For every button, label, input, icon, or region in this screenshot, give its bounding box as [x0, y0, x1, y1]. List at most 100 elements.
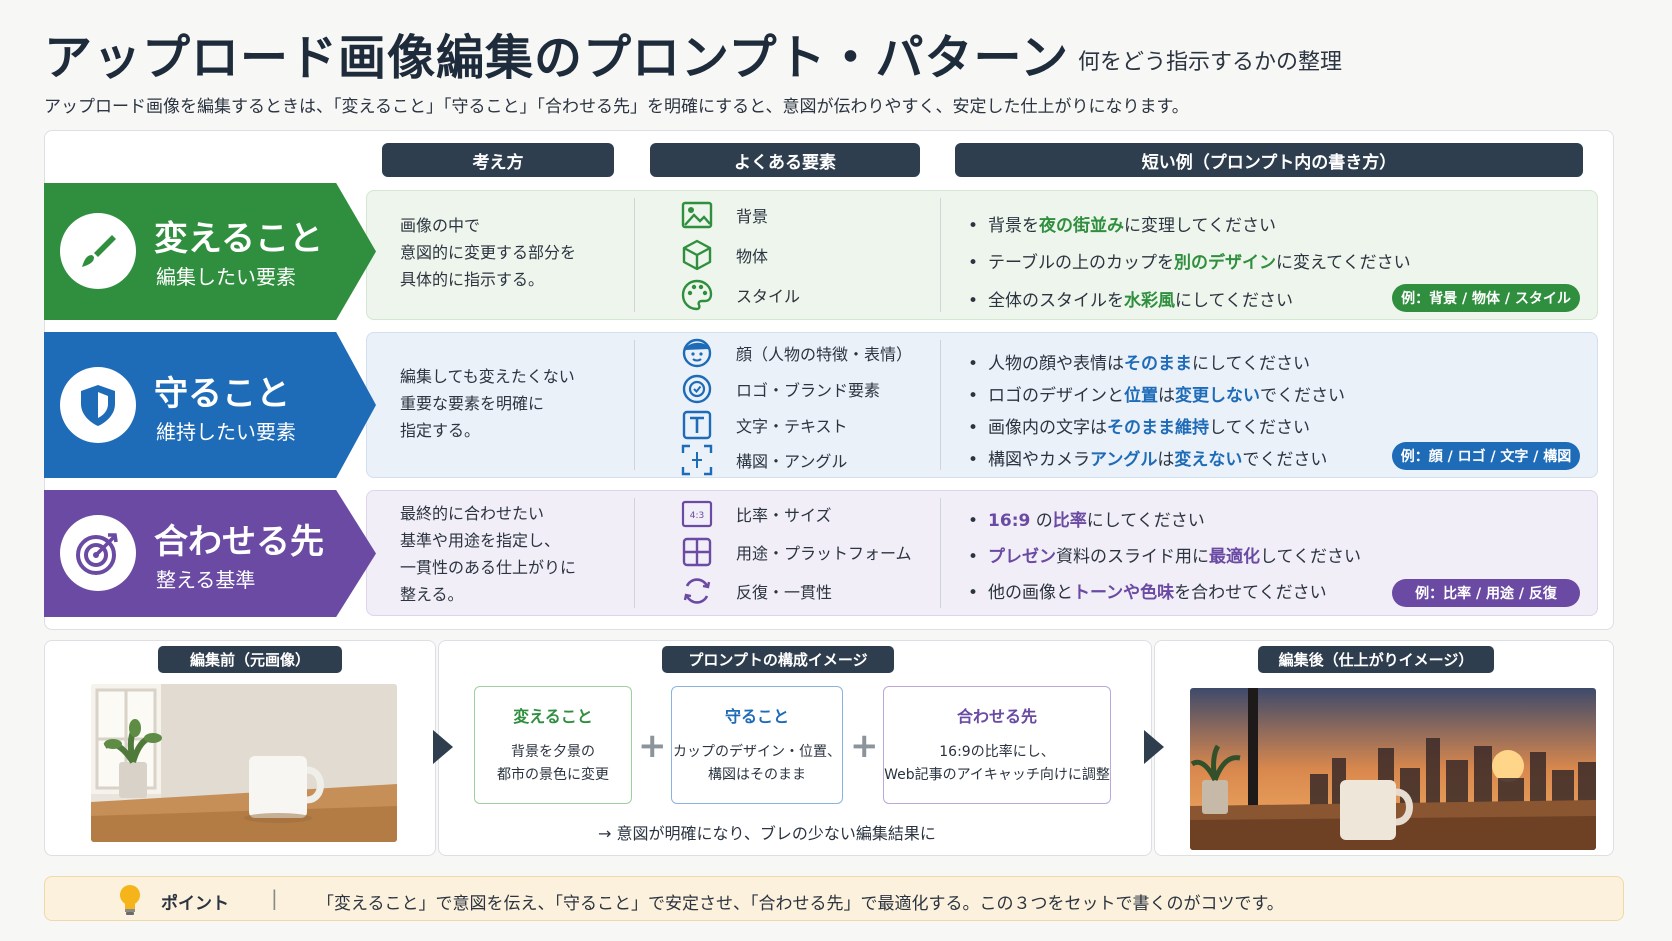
plus-icon: + — [850, 726, 879, 766]
desc-line: 画像の中で — [400, 216, 481, 235]
point-label: ポイント — [161, 894, 229, 914]
desc-change: 画像の中で 意図的に変更する部分を 具体的に指示する。 — [400, 212, 576, 293]
compose-box-body: カップのデザイン・位置、 構図はそのまま — [672, 741, 842, 787]
after-title: 編集後（仕上がりイメージ） — [1258, 646, 1494, 673]
cycle-icon — [680, 574, 714, 608]
element-item: 反復・一貫性 — [680, 574, 832, 608]
ex-text: 全体のスタイルを — [988, 291, 1125, 311]
target-icon — [60, 515, 136, 591]
compose-box-line: 背景を夕景の — [511, 744, 595, 760]
element-item: スタイル — [680, 278, 800, 312]
compose-box-head: 守ること — [724, 707, 789, 726]
desc-line: 編集しても変えたくない — [400, 367, 575, 386]
compose-title: プロンプトの構成イメージ — [662, 646, 894, 673]
row-sub-keep: 維持したい要素 — [156, 420, 296, 444]
ex-text: に変えてください — [1276, 253, 1411, 273]
ex-text: にしてください — [1175, 291, 1294, 311]
example-line: • 全体のスタイルを水彩風にしてください — [968, 291, 1294, 311]
ex-text: 背景を — [988, 216, 1040, 236]
divider — [940, 340, 941, 470]
ex-highlight: 変更しない — [1175, 386, 1261, 406]
compose-box-line: Web記事のアイキャッチ向けに調整 — [884, 767, 1110, 783]
compose-box-line: 構図はそのまま — [708, 767, 806, 783]
desc-line: 最終的に合わせたい — [400, 504, 545, 523]
example-line: • 構図やカメラアングルは変えないでください — [968, 450, 1328, 470]
ex-highlight: 最適化 — [1209, 547, 1261, 567]
example-line: • 他の画像とトーンや色味を合わせてください — [968, 583, 1327, 603]
page: アップロード画像編集のプロンプト・パターン 何をどう指示するかの整理 アップロー… — [0, 0, 1672, 941]
compose-box-line: カップのデザイン・位置、 — [673, 744, 841, 760]
cube-icon — [680, 238, 714, 272]
face-icon — [680, 336, 714, 370]
element-label: 文字・テキスト — [736, 417, 848, 436]
lightbulb-icon — [117, 883, 143, 921]
compose-box-line: 16:9の比率にし、 — [939, 744, 1055, 760]
text-icon — [680, 408, 714, 442]
element-label: スタイル — [736, 287, 801, 306]
element-item: 文字・テキスト — [680, 408, 848, 442]
element-label: ロゴ・ブランド要素 — [736, 381, 881, 400]
row-sub-target: 整える基準 — [156, 568, 256, 592]
badge-icon — [680, 372, 714, 406]
ex-text: してください — [1209, 418, 1311, 438]
ex-text: ロゴのデザインと — [988, 386, 1125, 406]
page-subtitle: 何をどう指示するかの整理 — [1078, 50, 1343, 75]
ex-text: にしてください — [1086, 511, 1205, 531]
element-item: 用途・プラットフォーム — [680, 535, 912, 569]
ex-highlight: トーンや色味 — [1073, 583, 1175, 603]
element-item: 顔（人物の特徴・表情） — [680, 336, 912, 370]
ex-text: 他の画像と — [988, 583, 1074, 603]
element-item: ロゴ・ブランド要素 — [680, 372, 880, 406]
point-separator: | — [271, 886, 278, 910]
brush-icon — [60, 213, 136, 289]
arrow-right-icon — [433, 730, 453, 764]
element-label: 反復・一貫性 — [736, 583, 833, 602]
element-label: 構図・アングル — [736, 452, 848, 471]
after-image — [1190, 688, 1596, 850]
column-header-approach: 考え方 — [382, 143, 614, 177]
element-item: 4:3 比率・サイズ — [680, 497, 832, 531]
row-title-target: 合わせる先 — [154, 522, 324, 562]
divider — [634, 498, 635, 608]
shield-icon — [60, 367, 136, 443]
ex-text: 資料のスライド用に — [1056, 547, 1210, 567]
ex-text: 構図やカメラ — [988, 450, 1091, 470]
tag-change: 例：背景 / 物体 / スタイル — [1392, 284, 1580, 312]
compose-box-line: 都市の景色に変更 — [497, 767, 609, 783]
compose-box-body: 16:9の比率にし、 Web記事のアイキャッチ向けに調整 — [884, 741, 1110, 787]
compose-result: → 意図が明確になり、ブレの少ない編集結果に — [598, 824, 936, 843]
divider — [634, 340, 635, 470]
element-label: 顔（人物の特徴・表情） — [736, 345, 913, 364]
image-icon — [680, 198, 714, 232]
row-label-keep: 守ること 維持したい要素 — [44, 332, 376, 478]
lead-text: アップロード画像を編集するときは、「変えること」「守ること」「合わせる先」を明確… — [44, 97, 1189, 117]
example-line: • プレゼン資料のスライド用に最適化してください — [968, 547, 1362, 567]
ex-highlight: プレゼン — [988, 547, 1057, 567]
svg-text:4:3: 4:3 — [690, 511, 704, 521]
desc-line: 具体的に指示する。 — [400, 270, 545, 289]
desc-keep: 編集しても変えたくない 重要な要素を明確に 指定する。 — [400, 363, 575, 444]
desc-line: 一貫性のある仕上がりに — [400, 558, 577, 577]
page-title: アップロード画像編集のプロンプト・パターン — [44, 30, 1070, 86]
tag-target: 例：比率 / 用途 / 反復 — [1392, 579, 1580, 607]
ex-text: 画像内の文字は — [988, 418, 1108, 438]
ex-highlight: 16:9 — [988, 511, 1031, 531]
ex-highlight: 位置 — [1124, 386, 1159, 406]
column-header-elements: よくある要素 — [650, 143, 920, 177]
column-header-examples: 短い例（プロンプト内の書き方） — [955, 143, 1583, 177]
element-label: 背景 — [736, 207, 769, 226]
element-label: 比率・サイズ — [736, 506, 832, 525]
desc-line: 重要な要素を明確に — [400, 394, 545, 413]
ex-text: に変理してください — [1124, 216, 1277, 236]
compose-box-head: 合わせる先 — [956, 707, 1037, 726]
ex-highlight: そのまま維持 — [1107, 418, 1210, 438]
element-item: 背景 — [680, 198, 768, 232]
before-title: 編集前（元画像） — [158, 646, 342, 673]
ex-text: してください — [1260, 547, 1362, 567]
element-label: 用途・プラットフォーム — [736, 544, 912, 563]
ex-text: の — [1030, 511, 1053, 531]
row-title-keep: 守ること — [154, 374, 290, 414]
grid-icon — [680, 535, 714, 569]
ex-text: を合わせてください — [1174, 583, 1327, 603]
ratio-icon: 4:3 — [680, 497, 714, 531]
